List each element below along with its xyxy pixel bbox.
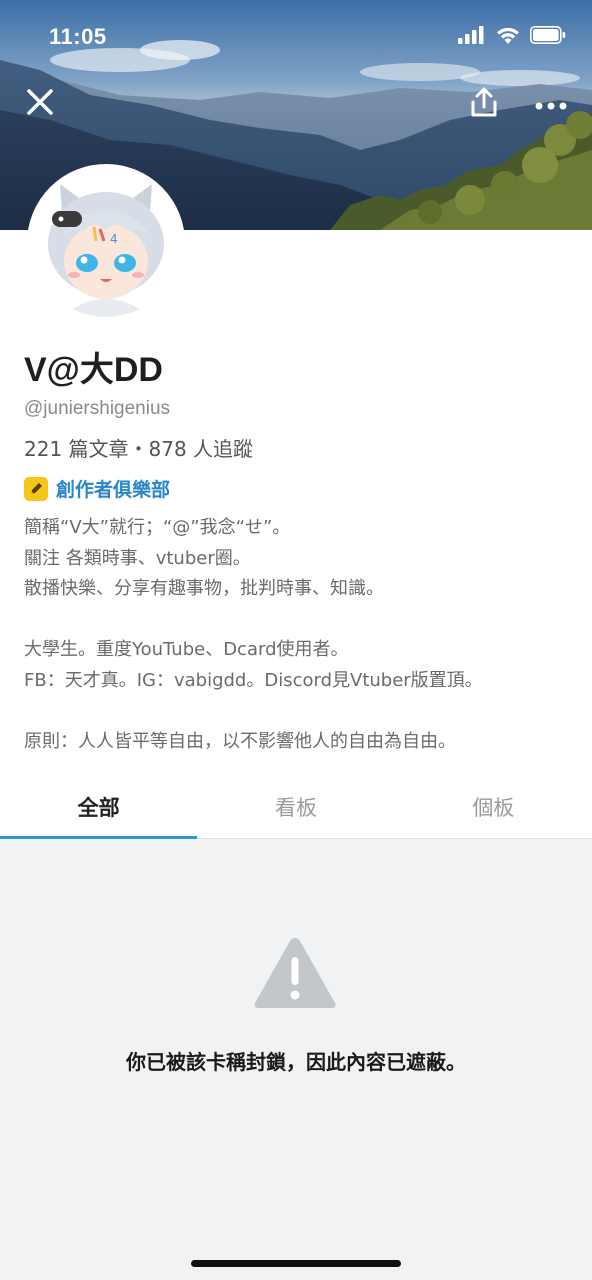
- share-icon: [469, 86, 499, 122]
- profile-name: V@大DD: [24, 351, 163, 389]
- pen-icon: [24, 476, 48, 501]
- signal-icon: [458, 26, 486, 48]
- avatar[interactable]: 4: [27, 164, 185, 322]
- home-indicator[interactable]: [191, 1260, 401, 1267]
- bio-line: [24, 605, 574, 636]
- battery-icon: [530, 26, 566, 48]
- creator-club-badge[interactable]: 創作者俱樂部: [24, 475, 170, 502]
- bio-line: 關注 各類時事、vtuber圈。: [24, 547, 251, 569]
- bio-line: 大學生。重度YouTube、Dcard使用者。: [24, 639, 349, 660]
- status-icons: [458, 26, 566, 48]
- profile-bio: 簡稱“V大”就行；“@”我念“せ”。 關注 各類時事、vtuber圈。 散播快樂…: [24, 513, 574, 757]
- profile-handle: @juniershigenius: [24, 398, 171, 419]
- bio-line: [24, 696, 574, 727]
- creator-club-label: 創作者俱樂部: [56, 479, 171, 501]
- bio-line: 簡稱“V大”就行；“@”我念“せ”。: [24, 517, 291, 538]
- wifi-icon: [496, 26, 520, 48]
- avatar-image: 4: [32, 169, 180, 317]
- svg-text:4: 4: [110, 232, 118, 246]
- more-button[interactable]: [533, 90, 569, 118]
- bio-line: 散播快樂、分享有趣事物，批判時事、知識。: [24, 578, 384, 599]
- bio-line: 原則：人人皆平等自由，以不影響他人的自由為自由。: [24, 730, 456, 752]
- more-icon: [535, 95, 567, 114]
- tab-all[interactable]: 全部: [0, 776, 198, 839]
- bio-line: FB：天才真。IG：vabigdd。Discord見Vtuber版置頂。: [24, 669, 483, 691]
- warning-icon: [252, 935, 338, 1015]
- tab-personal-board[interactable]: 個板: [395, 776, 592, 838]
- tab-boards[interactable]: 看板: [197, 776, 394, 838]
- close-button[interactable]: [24, 88, 56, 120]
- close-icon: [26, 88, 54, 120]
- share-button[interactable]: [466, 86, 502, 122]
- blocked-message: 你已被該卡稱封鎖，因此內容已遮蔽。: [126, 1050, 466, 1074]
- profile-stats: 221 篇文章・878 人追蹤: [24, 437, 254, 461]
- status-time: 11:05: [49, 24, 107, 49]
- profile-tabs: 全部 看板 個板: [0, 776, 592, 839]
